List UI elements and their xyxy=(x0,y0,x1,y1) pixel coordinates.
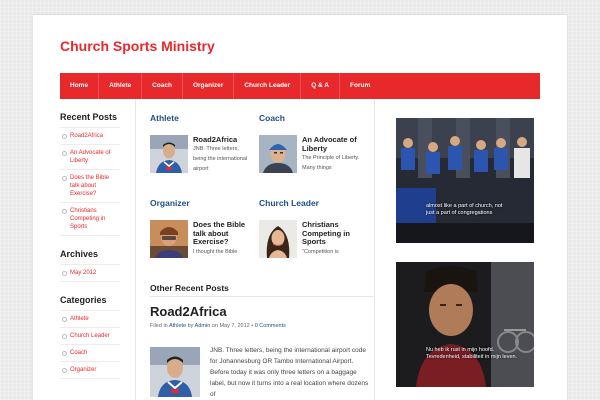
list-item[interactable]: Organizer xyxy=(60,362,120,379)
list-item[interactable]: Church Leader xyxy=(60,328,120,345)
recent-posts-list: Road2Africa An Advocate of Liberty Does … xyxy=(60,127,120,236)
left-sidebar: Recent Posts Road2Africa An Advocate of … xyxy=(60,112,120,379)
list-item[interactable]: Coach xyxy=(60,345,120,362)
basketball-player-image xyxy=(150,347,200,397)
archives-heading: Archives xyxy=(60,249,99,259)
post-excerpt: I thought the Bible xyxy=(193,249,238,255)
locker-room-video-frame xyxy=(396,118,534,243)
list-item[interactable]: An Advocate of Liberty xyxy=(60,145,120,170)
section-title-organizer[interactable]: Organizer xyxy=(150,198,190,208)
nav-qa[interactable]: Q & A xyxy=(300,73,339,99)
post-excerpt: "Competition is xyxy=(302,249,339,255)
post-excerpt: JNB. Three letters, being the internatio… xyxy=(210,347,369,398)
author-link[interactable]: Admin xyxy=(195,323,211,329)
page-container: Church Sports Ministry Home Athlete Coac… xyxy=(33,15,567,400)
nav-coach[interactable]: Coach xyxy=(141,73,182,99)
video-caption: almost like a part of church, not just a… xyxy=(426,203,503,216)
video-caption: Nu heb ik rust in mijn hoofd. Tevredenhe… xyxy=(426,347,518,360)
post-title[interactable]: Road2Africa xyxy=(150,304,227,319)
section-title-athlete[interactable]: Athlete xyxy=(150,113,179,123)
main-nav: Home Athlete Coach Organizer Church Lead… xyxy=(60,73,540,99)
recent-posts-heading: Recent Posts xyxy=(60,112,118,122)
coach-image xyxy=(259,135,297,173)
post-thumbnail[interactable] xyxy=(150,347,200,397)
post-title[interactable]: Christians Competing in Sports xyxy=(302,220,364,247)
basketball-player-image xyxy=(150,135,188,173)
post-excerpt: The Principle of Liberty. Many things xyxy=(302,155,360,171)
organizer-image xyxy=(150,220,188,258)
list-item[interactable]: May 2012 xyxy=(60,265,120,282)
post-title[interactable]: An Advocate of Liberty xyxy=(302,135,362,153)
list-item[interactable]: Christians Competing in Sports xyxy=(60,203,120,236)
nav-home[interactable]: Home xyxy=(60,73,98,99)
list-item[interactable]: Does the Bible talk about Exercise? xyxy=(60,170,120,203)
church-leader-image xyxy=(259,220,297,258)
post-thumbnail[interactable] xyxy=(150,135,188,173)
category-link[interactable]: Athlete xyxy=(169,323,186,329)
post-title[interactable]: Does the Bible talk about Exercise? xyxy=(193,220,255,247)
section-title-church-leader[interactable]: Church Leader xyxy=(259,198,319,208)
post-meta: Filed in Athlete by Admin on May 7, 2012… xyxy=(150,323,286,329)
post-thumbnail[interactable] xyxy=(259,220,297,258)
nav-church-leader[interactable]: Church Leader xyxy=(233,73,300,99)
list-item[interactable]: Road2Africa xyxy=(60,128,120,145)
archives-list: May 2012 xyxy=(60,264,120,282)
other-recent-posts-heading: Other Recent Posts xyxy=(150,283,229,293)
categories-heading: Categories xyxy=(60,295,107,305)
young-man-video-frame xyxy=(396,262,534,387)
column-divider xyxy=(135,99,136,400)
categories-list: Athlete Church Leader Coach Organizer xyxy=(60,310,120,379)
nav-organizer[interactable]: Organizer xyxy=(181,73,233,99)
comments-link[interactable]: 0 Comments xyxy=(255,323,286,329)
section-title-coach[interactable]: Coach xyxy=(259,113,285,123)
video-embed[interactable]: almost like a part of church, not just a… xyxy=(396,118,534,243)
nav-forum[interactable]: Forum xyxy=(339,73,380,99)
site-title[interactable]: Church Sports Ministry xyxy=(60,38,215,54)
list-item[interactable]: Athlete xyxy=(60,311,120,328)
post-excerpt: JNB. Three letters, being the internatio… xyxy=(193,146,248,172)
video-embed[interactable]: Nu heb ik rust in mijn hoofd. Tevredenhe… xyxy=(396,262,534,387)
nav-athlete[interactable]: Athlete xyxy=(98,73,141,99)
post-thumbnail[interactable] xyxy=(259,135,297,173)
post-thumbnail[interactable] xyxy=(150,220,188,258)
divider xyxy=(150,296,374,297)
column-divider xyxy=(374,99,375,400)
